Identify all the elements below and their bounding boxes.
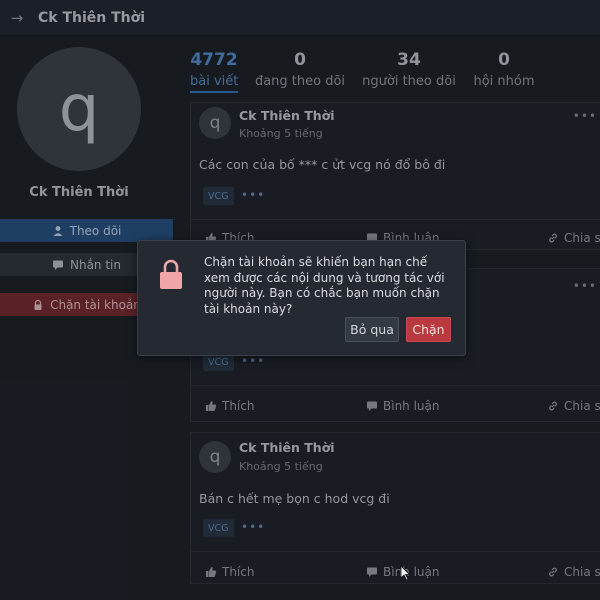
mouse-cursor-icon (400, 565, 410, 581)
confirm-block-button[interactable]: Chặn (406, 317, 451, 342)
cancel-button[interactable]: Bỏ qua (345, 317, 399, 342)
block-confirm-dialog: Chặn tài khoản sẽ khiến bạn hạn chế xem … (137, 240, 466, 356)
dialog-message: Chặn tài khoản sẽ khiến bạn hạn chế xem … (204, 255, 445, 316)
lock-icon (160, 259, 182, 289)
